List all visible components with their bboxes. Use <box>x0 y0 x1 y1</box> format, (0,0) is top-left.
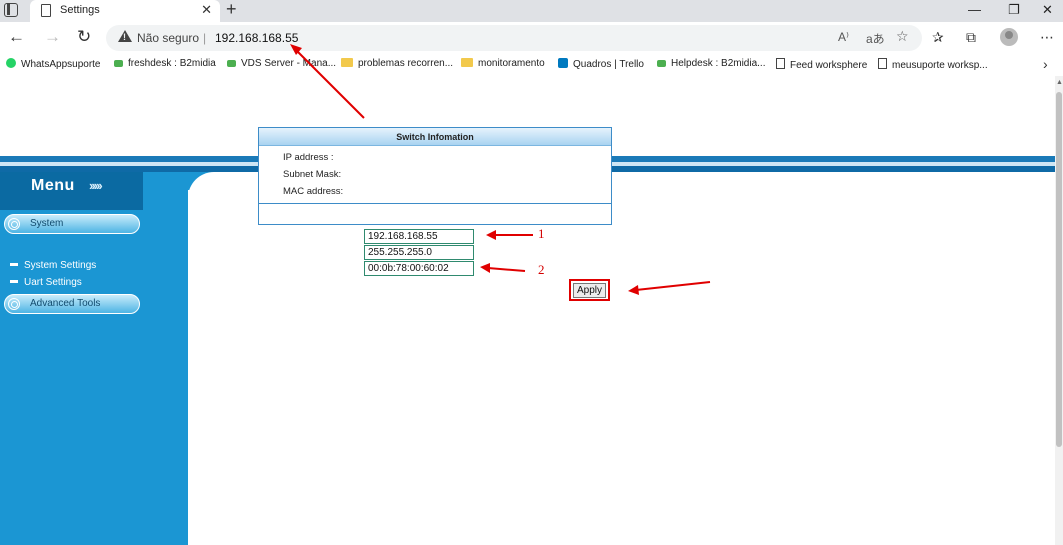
reload-button[interactable]: ↻ <box>77 27 91 47</box>
panel-title: Switch Infomation <box>396 132 474 142</box>
bookmark-item[interactable]: Helpdesk : B2midia... <box>657 58 766 69</box>
read-aloud-icon[interactable]: A⁾ <box>838 30 849 44</box>
ip-address-field[interactable] <box>364 229 474 244</box>
translate-icon[interactable]: aあ <box>866 30 885 47</box>
bookmarks-bar: WhatsAppsuporte freshdesk : B2midia VDS … <box>0 54 1063 76</box>
bookmark-item[interactable]: problemas recorren... <box>341 58 453 69</box>
add-favorite-icon[interactable]: ☆ <box>896 28 909 45</box>
target-icon <box>8 298 20 310</box>
security-label[interactable]: Não seguro <box>137 31 199 45</box>
favorites-icon[interactable]: ✰ <box>932 29 944 46</box>
tab-title: Settings <box>60 4 100 16</box>
subnet-mask-label: Subnet Mask: <box>283 169 342 180</box>
minimize-button[interactable]: — <box>968 2 981 17</box>
page-icon <box>776 58 785 69</box>
mac-address-label: MAC address: <box>283 186 344 197</box>
panel-divider <box>259 203 611 204</box>
new-tab-button[interactable]: + <box>226 0 237 20</box>
switch-information-panel: Switch Infomation IP address : Subnet Ma… <box>258 127 612 225</box>
tab-close-icon[interactable]: ✕ <box>201 2 212 18</box>
bookmark-item[interactable]: monitoramento <box>461 58 545 69</box>
freshdesk-icon <box>227 60 236 67</box>
freshdesk-icon <box>114 60 123 67</box>
annotation-marker-2: 2 <box>538 262 545 277</box>
tab-actions-icon[interactable] <box>4 3 18 17</box>
apply-button[interactable]: Apply <box>573 283 606 298</box>
freshdesk-icon <box>657 60 666 67</box>
bookmark-item[interactable]: Quadros | Trello <box>558 58 644 70</box>
sidebar-item-label: System <box>30 218 64 229</box>
ip-address-label: IP address : <box>283 152 334 163</box>
forward-button[interactable]: → <box>44 27 61 47</box>
whatsapp-icon <box>6 58 16 68</box>
chevron-right-icon: ››››› <box>89 178 103 193</box>
sidebar-item-label: Advanced Tools <box>30 298 101 309</box>
profile-avatar[interactable] <box>1000 28 1018 46</box>
url-text[interactable]: 192.168.168.55 <box>215 31 298 45</box>
warning-icon[interactable] <box>118 30 132 42</box>
collections-icon[interactable]: ⧉ <box>966 29 976 46</box>
more-icon[interactable]: ⋯ <box>1040 29 1054 46</box>
scroll-up-icon[interactable]: ▲ <box>1056 79 1063 86</box>
bookmark-item[interactable]: Feed worksphere <box>776 58 867 71</box>
page-icon <box>878 58 887 69</box>
back-button[interactable]: ← <box>8 27 25 47</box>
content-area <box>188 172 1055 545</box>
menu-title: Menu <box>31 177 75 194</box>
tab-settings[interactable]: Settings ✕ <box>30 0 220 22</box>
navigation-bar: ← → ↻ Não seguro | 192.168.168.55 A⁾ aあ … <box>0 22 1063 54</box>
bookmark-item[interactable]: meusuporte worksp... <box>878 58 988 71</box>
panel-header: Switch Infomation <box>259 128 611 146</box>
address-separator: | <box>203 31 207 45</box>
page-icon <box>41 4 51 17</box>
bookmarks-more-icon[interactable]: › <box>1043 56 1048 72</box>
bookmark-item[interactable]: VDS Server - Mana... <box>227 58 336 69</box>
sidebar-item-system[interactable]: System <box>4 214 140 234</box>
bookmark-item[interactable]: freshdesk : B2midia <box>114 58 216 69</box>
bookmark-item[interactable]: WhatsAppsuporte <box>6 58 101 70</box>
dash-icon <box>10 263 18 266</box>
target-icon <box>8 218 20 230</box>
window-close-button[interactable]: ✕ <box>1042 2 1053 18</box>
sidebar-item-advanced-tools[interactable]: Advanced Tools <box>4 294 140 314</box>
annotation-marker-1: 1 <box>538 226 545 241</box>
scrollbar-thumb[interactable] <box>1056 92 1062 447</box>
mac-address-field[interactable] <box>364 261 474 276</box>
maximize-button[interactable]: ❐ <box>1008 2 1020 18</box>
trello-icon <box>558 58 568 68</box>
subnet-mask-field[interactable] <box>364 245 474 260</box>
sidebar-item-uart-settings[interactable]: Uart Settings <box>10 277 82 288</box>
folder-icon <box>341 58 353 67</box>
folder-icon <box>461 58 473 67</box>
sidebar-item-system-settings[interactable]: System Settings <box>10 260 96 271</box>
dash-icon <box>10 280 18 283</box>
